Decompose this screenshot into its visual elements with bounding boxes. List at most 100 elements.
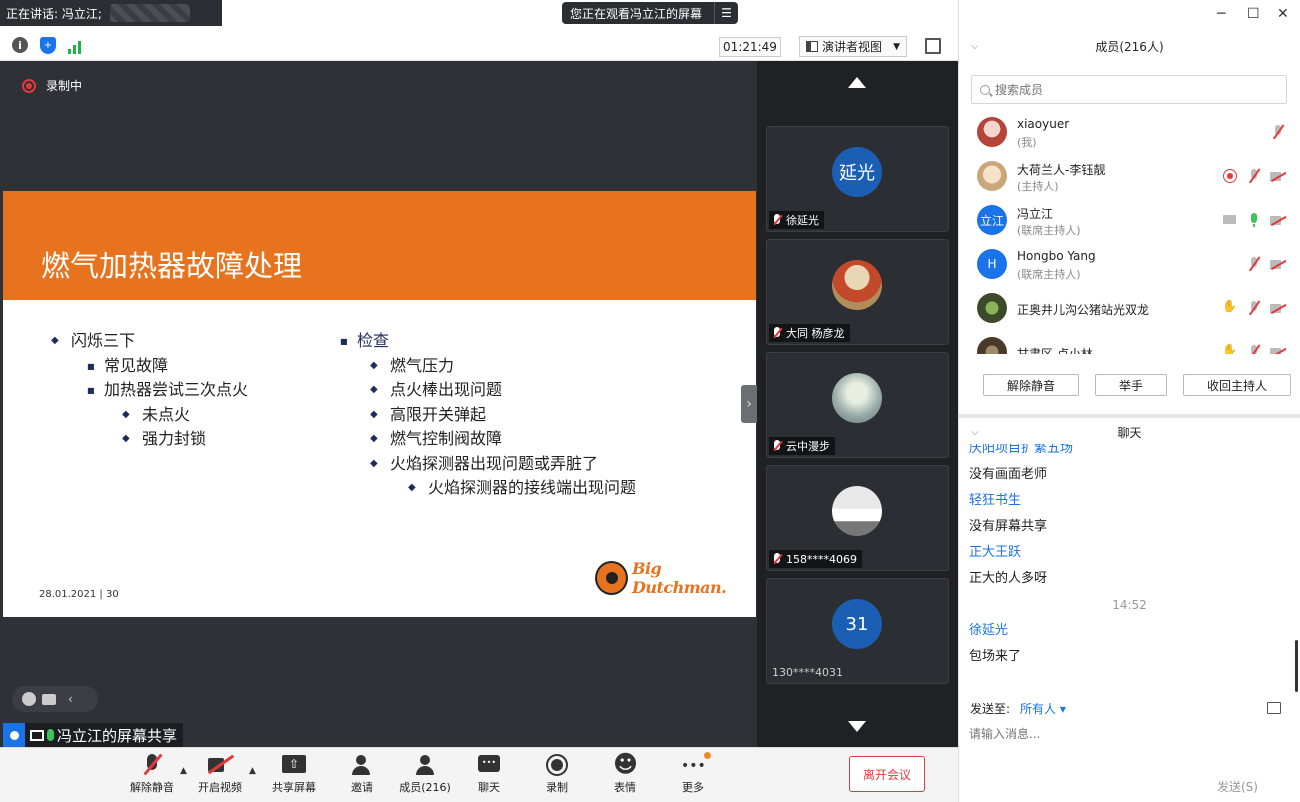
mic-muted-icon[interactable]	[1246, 300, 1262, 316]
collapse-strip-handle[interactable]: ›	[741, 385, 757, 423]
grid-icon	[806, 41, 818, 52]
member-row[interactable]: 立江 冯立江 (联席主持人)	[959, 198, 1300, 242]
top-bar: 正在讲话: 冯立江; 您正在观看冯立江的屏幕 ☰	[0, 0, 958, 30]
chat-message: 没有屏幕共享	[969, 519, 1048, 534]
slide-bullet-heading: 检查	[340, 329, 636, 354]
record-label: 录制	[546, 781, 568, 794]
members-header[interactable]: ⌵ 成员(216人)	[959, 31, 1300, 61]
member-name: 大荷兰人-李钰靓	[1017, 163, 1106, 177]
video-tile[interactable]: 31 130****4031	[766, 578, 949, 684]
slide-bullet: 火焰探测器的接线端出现问题	[408, 476, 636, 501]
members-icon	[413, 754, 437, 776]
member-search[interactable]	[971, 75, 1287, 104]
tile-avatar	[832, 373, 882, 423]
send-button[interactable]: 发送(S)	[1217, 778, 1258, 795]
chat-icon	[477, 754, 501, 776]
video-options-caret-icon[interactable]: ▲	[249, 766, 256, 776]
share-label-text: 冯立江的屏幕共享	[57, 726, 178, 745]
mic-muted-icon[interactable]	[1246, 168, 1262, 184]
scroll-down-icon[interactable]	[848, 721, 866, 732]
chevron-down-icon: ⌵	[971, 426, 979, 438]
member-name: Hongbo Yang	[1017, 249, 1096, 263]
record-icon	[545, 754, 569, 776]
video-tile[interactable]: 大同 杨彦龙	[766, 239, 949, 345]
chat-message: 没有画面老师	[969, 467, 1048, 482]
fullscreen-icon[interactable]	[925, 38, 941, 54]
member-row[interactable]: 大荷兰人-李钰靓 (主持人)	[959, 154, 1300, 198]
slide-bullet: 常见故障	[87, 354, 248, 378]
speaking-text: 正在讲话: 冯立江;	[6, 6, 102, 21]
start-video-button[interactable]: 开启视频	[190, 754, 250, 795]
camera-off-icon[interactable]	[1270, 212, 1286, 228]
reactions-button[interactable]: 表情	[595, 751, 655, 795]
invite-button[interactable]: 邀请	[332, 754, 392, 795]
slide-bullet: 火焰探测器出现问题或弄脏了	[370, 452, 636, 477]
video-tile[interactable]: 158****4069	[766, 465, 949, 571]
emoji-icon	[613, 751, 637, 777]
chevron-down-icon: ⌵	[971, 40, 979, 52]
scroll-up-icon[interactable]	[848, 77, 866, 88]
mic-on-icon[interactable]	[1246, 212, 1262, 228]
message-icon[interactable]	[42, 693, 56, 705]
chat-sender[interactable]: 徐延光	[959, 618, 1300, 644]
chat-header[interactable]: ⌵ 聊天	[959, 417, 1300, 447]
chat-timestamp: 14:52	[1112, 598, 1147, 612]
member-search-input[interactable]	[995, 82, 1265, 97]
mic-muted-icon[interactable]	[1270, 124, 1286, 140]
video-tile[interactable]: 延光 徐延光	[766, 126, 949, 232]
unmute-button[interactable]: 解除静音	[122, 754, 182, 795]
chevron-left-icon[interactable]: ‹	[68, 692, 73, 706]
send-to-select[interactable]: 所有人 ▾	[1020, 700, 1066, 717]
minimize-icon[interactable]: ─	[1217, 6, 1225, 22]
chat-button[interactable]: 聊天	[459, 754, 519, 795]
camera-off-icon[interactable]	[1270, 256, 1286, 272]
member-row[interactable]: 甘肃区 卢小林	[959, 330, 1300, 354]
chat-message: 正大的人多呀	[969, 571, 1048, 586]
record-button[interactable]: 录制	[527, 754, 587, 795]
chat-sender[interactable]: 正大王跃	[959, 540, 1300, 566]
chat-sender[interactable]: 庆阳项目扩繁五场	[959, 444, 1300, 462]
mic-muted-icon[interactable]	[1246, 344, 1262, 354]
member-role: (主持人)	[1017, 180, 1059, 193]
camera-off-icon[interactable]	[1270, 168, 1286, 184]
member-row[interactable]: H Hongbo Yang (联席主持人)	[959, 242, 1300, 286]
reclaim-host-button[interactable]: 收回主持人	[1183, 374, 1291, 396]
image-icon[interactable]	[1267, 702, 1281, 714]
info-icon[interactable]: i	[12, 37, 28, 53]
shared-screen-stage: 录制中 燃气加热器故障处理 闪烁三下 常见故障 加热器尝试三次点火 未点火 强力…	[0, 61, 757, 747]
menu-icon[interactable]: ☰	[714, 2, 738, 24]
members-button[interactable]: 成员(216)	[395, 754, 455, 795]
raise-hand-button[interactable]: 举手	[1095, 374, 1167, 396]
camera-off-icon[interactable]	[1270, 344, 1286, 354]
maximize-icon[interactable]: ☐	[1247, 6, 1260, 22]
member-row[interactable]: 正奥井儿沟公猪站光双龙	[959, 286, 1300, 330]
close-icon[interactable]: ✕	[1277, 6, 1289, 22]
leave-meeting-button[interactable]: 离开会议	[849, 756, 925, 792]
viewing-banner[interactable]: 您正在观看冯立江的屏幕 ☰	[562, 2, 738, 24]
send-to-row: 发送至: 所有人 ▾	[970, 700, 1066, 717]
audio-options-caret-icon[interactable]: ▲	[180, 766, 187, 776]
record-icon	[22, 78, 36, 93]
member-list: xiaoyuer (我) 大荷兰人-李钰靓 (主持人) 立江 冯立江 (联席主持…	[959, 110, 1300, 354]
signal-strength-icon[interactable]	[68, 38, 84, 54]
view-mode-select[interactable]: 演讲者视图 ▼	[799, 36, 907, 57]
member-row[interactable]: xiaoyuer (我)	[959, 110, 1300, 154]
video-tile[interactable]: 云中漫步	[766, 352, 949, 458]
security-shield-icon[interactable]: +	[40, 37, 56, 54]
camera-off-icon[interactable]	[1270, 300, 1286, 316]
emoji-icon[interactable]	[22, 692, 36, 706]
slide-title-band: 燃气加热器故障处理	[3, 191, 756, 300]
unmute-self-button[interactable]: 解除静音	[983, 374, 1079, 396]
member-role: (我)	[1017, 136, 1037, 149]
chat-sender[interactable]: 轻狂书生	[959, 488, 1300, 514]
chat-scrollbar[interactable]	[1295, 640, 1298, 692]
tile-name: 徐延光	[786, 214, 819, 227]
more-button[interactable]: 更多	[663, 752, 723, 795]
mic-muted-icon[interactable]	[1246, 256, 1262, 272]
share-screen-button[interactable]: 共享屏幕	[264, 754, 324, 795]
chat-message-input[interactable]	[969, 724, 1289, 744]
member-role: (联席主持人)	[1017, 268, 1081, 281]
chat-message: 包场来了	[969, 649, 1022, 664]
slide-bullet: 点火棒出现问题	[370, 378, 636, 403]
tile-name-label: 云中漫步	[769, 437, 835, 455]
